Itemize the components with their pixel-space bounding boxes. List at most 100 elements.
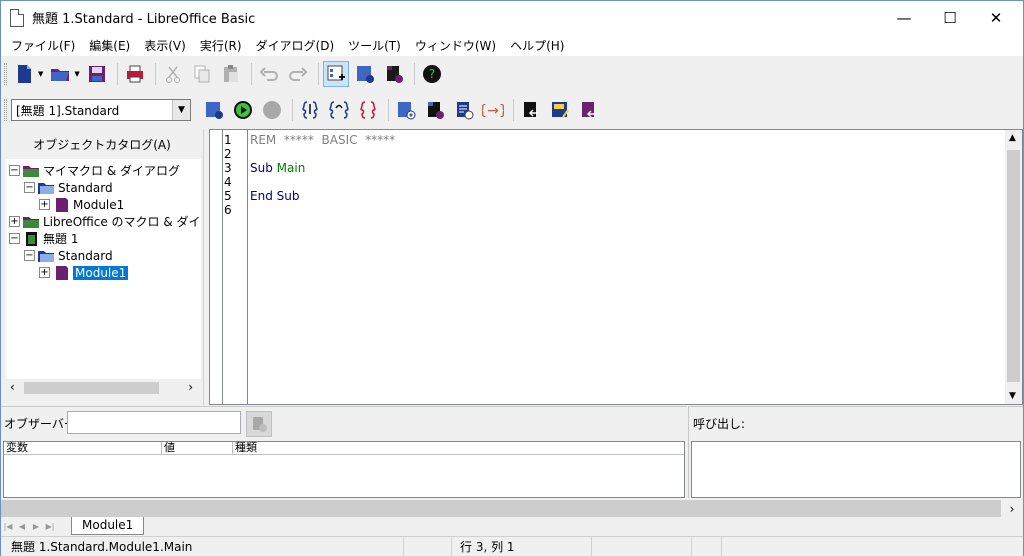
tab-module1[interactable]: Module1 <box>71 517 145 535</box>
insert-source-text-button[interactable] <box>518 97 544 123</box>
toolbar-separator <box>116 63 118 85</box>
scrollbar-thumb[interactable] <box>24 382 159 394</box>
run-button[interactable] <box>230 97 256 123</box>
chevron-down-icon[interactable]: ▼ <box>172 100 190 120</box>
collapse-icon[interactable]: − <box>9 233 20 244</box>
menu-run[interactable]: 実行(R) <box>193 37 249 54</box>
minimize-button[interactable]: — <box>881 1 927 34</box>
manage-breakpoints-button[interactable] <box>422 97 448 123</box>
watch-button[interactable] <box>451 97 477 123</box>
toolbar-separator <box>250 63 252 85</box>
toolbar-grip[interactable] <box>4 63 7 85</box>
library-icon <box>38 182 54 194</box>
line-number: 1 <box>224 133 232 147</box>
step-over-button[interactable] <box>326 97 352 123</box>
module-tabs-scrollbar[interactable]: › <box>1 500 1023 517</box>
help-button[interactable]: ? <box>419 61 445 87</box>
svg-text:{→}: {→} <box>482 103 504 119</box>
toolbar-grip[interactable] <box>4 99 7 121</box>
menu-window[interactable]: ウィンドウ(W) <box>408 37 503 54</box>
breakpoint-bar[interactable] <box>222 130 223 404</box>
code-keyword-sub: Sub <box>250 161 273 175</box>
menu-file[interactable]: ファイル(F) <box>4 37 82 54</box>
tree-node-standard-library-doc[interactable]: − Standard <box>24 247 113 264</box>
remove-watch-button[interactable] <box>246 411 272 437</box>
line-number-gutter[interactable]: 1 2 3 4 5 6 <box>210 130 248 404</box>
step-into-button[interactable] <box>297 97 323 123</box>
object-catalog-toggle-button[interactable] <box>322 61 349 87</box>
scroll-right-icon[interactable]: › <box>1001 500 1023 517</box>
collapse-icon[interactable]: − <box>24 250 35 261</box>
tree-node-libreoffice-macros[interactable]: + LibreOffice のマクロ & ダイアロ <box>9 213 201 230</box>
copy-button[interactable] <box>189 61 215 87</box>
tree-node-module1[interactable]: + Module1 <box>39 196 124 213</box>
catalog-horizontal-scrollbar[interactable]: ‹ › <box>6 379 201 396</box>
library-icon <box>38 250 54 262</box>
save-source-as-button[interactable] <box>547 97 573 123</box>
column-header-type[interactable]: 種類 <box>233 442 684 454</box>
scroll-up-icon[interactable]: ▲ <box>1009 133 1016 143</box>
menu-edit[interactable]: 編集(E) <box>82 37 137 54</box>
column-header-variable[interactable]: 変数 <box>4 442 162 454</box>
tree-node-standard-library[interactable]: − Standard <box>24 179 113 196</box>
close-button[interactable]: ✕ <box>973 1 1019 34</box>
code-editor[interactable]: 1 2 3 4 5 6 REM ***** BASIC ***** Sub Ma… <box>209 129 1023 405</box>
expand-icon[interactable]: + <box>39 267 50 278</box>
expand-icon[interactable]: + <box>9 216 20 227</box>
last-tab-icon[interactable]: ▶| <box>43 522 57 531</box>
library-select[interactable]: [無題 1].Standard ▼ <box>11 99 191 121</box>
menu-view[interactable]: 表示(V) <box>137 37 193 54</box>
collapse-icon[interactable]: − <box>9 165 20 176</box>
breakpoint-button[interactable] <box>393 97 419 123</box>
new-document-button[interactable] <box>11 61 37 87</box>
save-button[interactable] <box>84 61 110 87</box>
step-out-button[interactable] <box>355 97 381 123</box>
menu-help[interactable]: ヘルプ(H) <box>503 37 571 54</box>
maximize-button[interactable]: ☐ <box>927 1 973 34</box>
scrollbar-thumb[interactable] <box>1007 150 1020 382</box>
scroll-left-icon[interactable]: ‹ <box>10 380 15 394</box>
open-dropdown-icon[interactable]: ▼ <box>74 70 79 78</box>
prev-tab-icon[interactable]: ◀ <box>15 522 29 531</box>
watch-input[interactable] <box>67 411 241 434</box>
watch-table[interactable]: 変数 値 種類 <box>3 441 685 498</box>
undo-button[interactable] <box>256 61 282 87</box>
call-stack-label: 呼び出し: <box>693 417 746 431</box>
next-tab-icon[interactable]: ▶ <box>29 522 43 531</box>
import-basic-button[interactable] <box>576 97 602 123</box>
tree-node-module1-doc[interactable]: + Module1 <box>39 264 129 281</box>
object-catalog-tree[interactable]: − マイマクロ & ダイアログ − Standard + Module1 + L… <box>6 159 201 391</box>
tree-node-label: Standard <box>58 180 113 195</box>
title-bar: 無題 1.Standard - LibreOffice Basic — ☐ ✕ <box>1 1 1023 34</box>
line-number: 2 <box>224 147 232 161</box>
column-header-value[interactable]: 値 <box>162 442 233 454</box>
redo-button[interactable] <box>285 61 311 87</box>
compile-button[interactable] <box>201 97 227 123</box>
stop-button[interactable] <box>259 97 285 123</box>
select-macro-button[interactable] <box>352 61 378 87</box>
open-button[interactable] <box>47 61 73 87</box>
tree-node-label: Module1 <box>73 197 125 212</box>
scroll-down-icon[interactable]: ▼ <box>1009 391 1016 401</box>
scroll-right-icon[interactable]: › <box>188 380 193 394</box>
editor-vertical-scrollbar[interactable]: ▲ ▼ <box>1005 130 1022 404</box>
collapse-icon[interactable]: − <box>24 182 35 193</box>
expand-icon[interactable]: + <box>39 199 50 210</box>
toolbar-separator <box>292 99 293 121</box>
tree-node-label: LibreOffice のマクロ & ダイアロ <box>43 215 201 229</box>
cut-button[interactable] <box>160 61 186 87</box>
first-tab-icon[interactable]: |◀ <box>1 522 15 531</box>
print-button[interactable] <box>122 61 148 87</box>
tree-node-my-macros[interactable]: − マイマクロ & ダイアログ <box>9 162 180 179</box>
menu-dialog[interactable]: ダイアログ(D) <box>249 37 342 54</box>
call-stack-list[interactable] <box>691 441 1021 498</box>
toolbar-separator <box>513 99 514 121</box>
select-module-button[interactable] <box>381 61 407 87</box>
tree-node-untitled-document[interactable]: − 無題 1 <box>9 230 78 247</box>
toolbar-separator <box>388 99 389 121</box>
new-dropdown-icon[interactable]: ▼ <box>38 70 43 78</box>
menu-tools[interactable]: ツール(T) <box>341 37 408 54</box>
paste-button[interactable] <box>218 61 244 87</box>
folder-icon <box>23 216 39 228</box>
find-parentheses-button[interactable]: {→} <box>480 97 506 123</box>
